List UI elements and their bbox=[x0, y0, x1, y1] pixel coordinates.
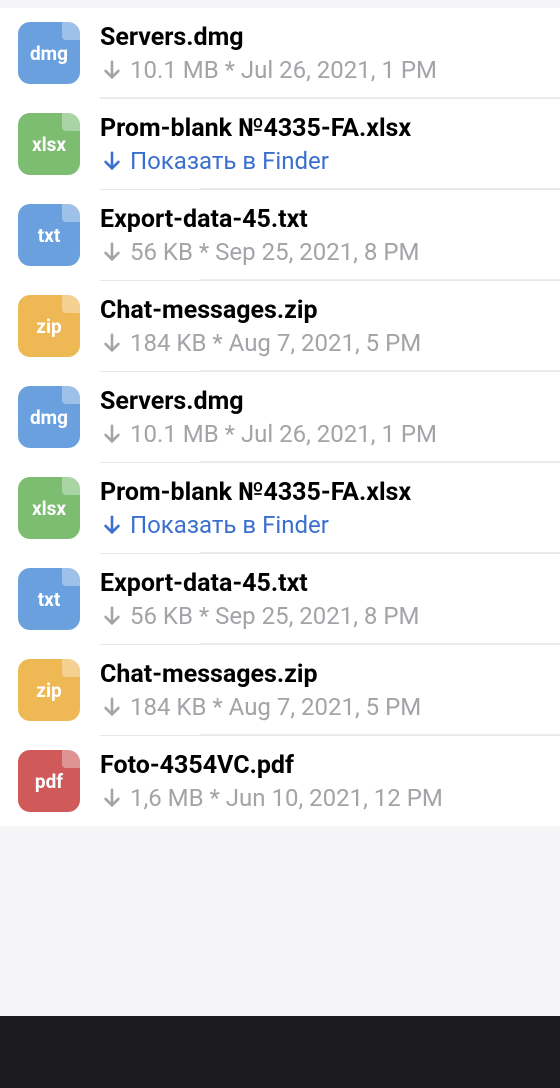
file-meta-text: 56 KB * Sep 25, 2021, 8 PM bbox=[130, 602, 419, 630]
file-name: Servers.dmg bbox=[100, 387, 542, 416]
download-arrow-icon[interactable] bbox=[100, 695, 124, 719]
file-info: Servers.dmg 10.1 MB * Jul 26, 2021, 1 PM bbox=[100, 23, 542, 84]
file-meta-text: 10.1 MB * Jul 26, 2021, 1 PM bbox=[130, 420, 437, 448]
download-arrow-icon[interactable] bbox=[100, 786, 124, 810]
download-arrow-icon[interactable] bbox=[100, 240, 124, 264]
show-in-finder-link[interactable]: Показать в Finder bbox=[100, 147, 542, 175]
file-meta: 184 KB * Aug 7, 2021, 5 PM bbox=[100, 693, 542, 721]
file-type-icon: xlsx bbox=[18, 113, 80, 175]
file-meta: 10.1 MB * Jul 26, 2021, 1 PM bbox=[100, 56, 542, 84]
file-name: Foto-4354VC.pdf bbox=[100, 751, 542, 780]
file-type-icon: zip bbox=[18, 659, 80, 721]
file-info: Foto-4354VC.pdf 1,6 MB * Jun 10, 2021, 12… bbox=[100, 751, 542, 812]
file-name: Export-data-45.txt bbox=[100, 569, 542, 598]
file-row[interactable]: xlsxProm-blank №4335-FA.xlsxПоказать в F… bbox=[100, 98, 560, 189]
file-type-icon: txt bbox=[18, 568, 80, 630]
file-info: Prom-blank №4335-FA.xlsx Показать в Finde… bbox=[100, 114, 542, 175]
file-list: dmg Servers.dmg 10.1 MB * Jul 26, 2021, 1 … bbox=[0, 8, 560, 826]
file-type-icon: pdf bbox=[18, 750, 80, 812]
file-type-label: zip bbox=[36, 679, 61, 702]
file-type-icon: dmg bbox=[18, 22, 80, 84]
file-info: Chat-messages.zip 184 KB * Aug 7, 2021, 5… bbox=[100, 296, 542, 357]
file-type-label: txt bbox=[38, 588, 61, 611]
file-meta-text: Показать в Finder bbox=[130, 147, 329, 175]
file-meta: 56 KB * Sep 25, 2021, 8 PM bbox=[100, 238, 542, 266]
file-row[interactable]: zipChat-messages.zip184 KB * Aug 7, 2021… bbox=[100, 280, 560, 371]
file-meta-text: 184 KB * Aug 7, 2021, 5 PM bbox=[130, 693, 421, 721]
file-type-label: xlsx bbox=[32, 497, 66, 520]
file-row[interactable]: xlsxProm-blank №4335-FA.xlsxПоказать в F… bbox=[100, 462, 560, 553]
file-meta-text: 56 KB * Sep 25, 2021, 8 PM bbox=[130, 238, 419, 266]
file-info: Export-data-45.txt 56 KB * Sep 25, 2021, … bbox=[100, 569, 542, 630]
file-info: Prom-blank №4335-FA.xlsx Показать в Finde… bbox=[100, 478, 542, 539]
file-name: Prom-blank №4335-FA.xlsx bbox=[100, 114, 542, 143]
file-row[interactable]: txtExport-data-45.txt56 KB * Sep 25, 202… bbox=[100, 553, 560, 644]
file-type-label: txt bbox=[38, 224, 61, 247]
file-type-label: dmg bbox=[30, 406, 68, 429]
file-meta-text: Показать в Finder bbox=[130, 511, 329, 539]
file-type-icon: xlsx bbox=[18, 477, 80, 539]
file-meta-text: 1,6 MB * Jun 10, 2021, 12 PM bbox=[130, 784, 443, 812]
file-type-icon: dmg bbox=[18, 386, 80, 448]
download-arrow-icon[interactable] bbox=[100, 331, 124, 355]
file-name: Export-data-45.txt bbox=[100, 205, 542, 234]
file-row[interactable]: dmgServers.dmg10.1 MB * Jul 26, 2021, 1 … bbox=[100, 371, 560, 462]
file-meta: 1,6 MB * Jun 10, 2021, 12 PM bbox=[100, 784, 542, 812]
file-type-label: xlsx bbox=[32, 133, 66, 156]
download-arrow-icon[interactable] bbox=[100, 513, 124, 537]
file-meta: 184 KB * Aug 7, 2021, 5 PM bbox=[100, 329, 542, 357]
download-arrow-icon[interactable] bbox=[100, 149, 124, 173]
file-name: Servers.dmg bbox=[100, 23, 542, 52]
file-info: Chat-messages.zip 184 KB * Aug 7, 2021, 5… bbox=[100, 660, 542, 721]
download-arrow-icon[interactable] bbox=[100, 58, 124, 82]
show-in-finder-link[interactable]: Показать в Finder bbox=[100, 511, 542, 539]
file-name: Prom-blank №4335-FA.xlsx bbox=[100, 478, 542, 507]
file-name: Chat-messages.zip bbox=[100, 296, 542, 325]
file-row[interactable]: dmg Servers.dmg 10.1 MB * Jul 26, 2021, 1 … bbox=[0, 8, 560, 98]
file-type-label: dmg bbox=[30, 42, 68, 65]
file-row[interactable]: txtExport-data-45.txt56 KB * Sep 25, 202… bbox=[100, 189, 560, 280]
file-info: Export-data-45.txt 56 KB * Sep 25, 2021, … bbox=[100, 205, 542, 266]
file-type-label: pdf bbox=[35, 770, 63, 793]
file-type-label: zip bbox=[36, 315, 61, 338]
file-meta: 56 KB * Sep 25, 2021, 8 PM bbox=[100, 602, 542, 630]
file-type-icon: zip bbox=[18, 295, 80, 357]
file-type-icon: txt bbox=[18, 204, 80, 266]
download-arrow-icon[interactable] bbox=[100, 604, 124, 628]
file-meta-text: 10.1 MB * Jul 26, 2021, 1 PM bbox=[130, 56, 437, 84]
file-info: Servers.dmg 10.1 MB * Jul 26, 2021, 1 PM bbox=[100, 387, 542, 448]
file-name: Chat-messages.zip bbox=[100, 660, 542, 689]
file-meta: 10.1 MB * Jul 26, 2021, 1 PM bbox=[100, 420, 542, 448]
file-meta-text: 184 KB * Aug 7, 2021, 5 PM bbox=[130, 329, 421, 357]
file-row[interactable]: zipChat-messages.zip184 KB * Aug 7, 2021… bbox=[100, 644, 560, 735]
download-arrow-icon[interactable] bbox=[100, 422, 124, 446]
bottom-bar bbox=[0, 1016, 560, 1088]
file-row[interactable]: pdfFoto-4354VC.pdf1,6 MB * Jun 10, 2021,… bbox=[100, 735, 560, 826]
